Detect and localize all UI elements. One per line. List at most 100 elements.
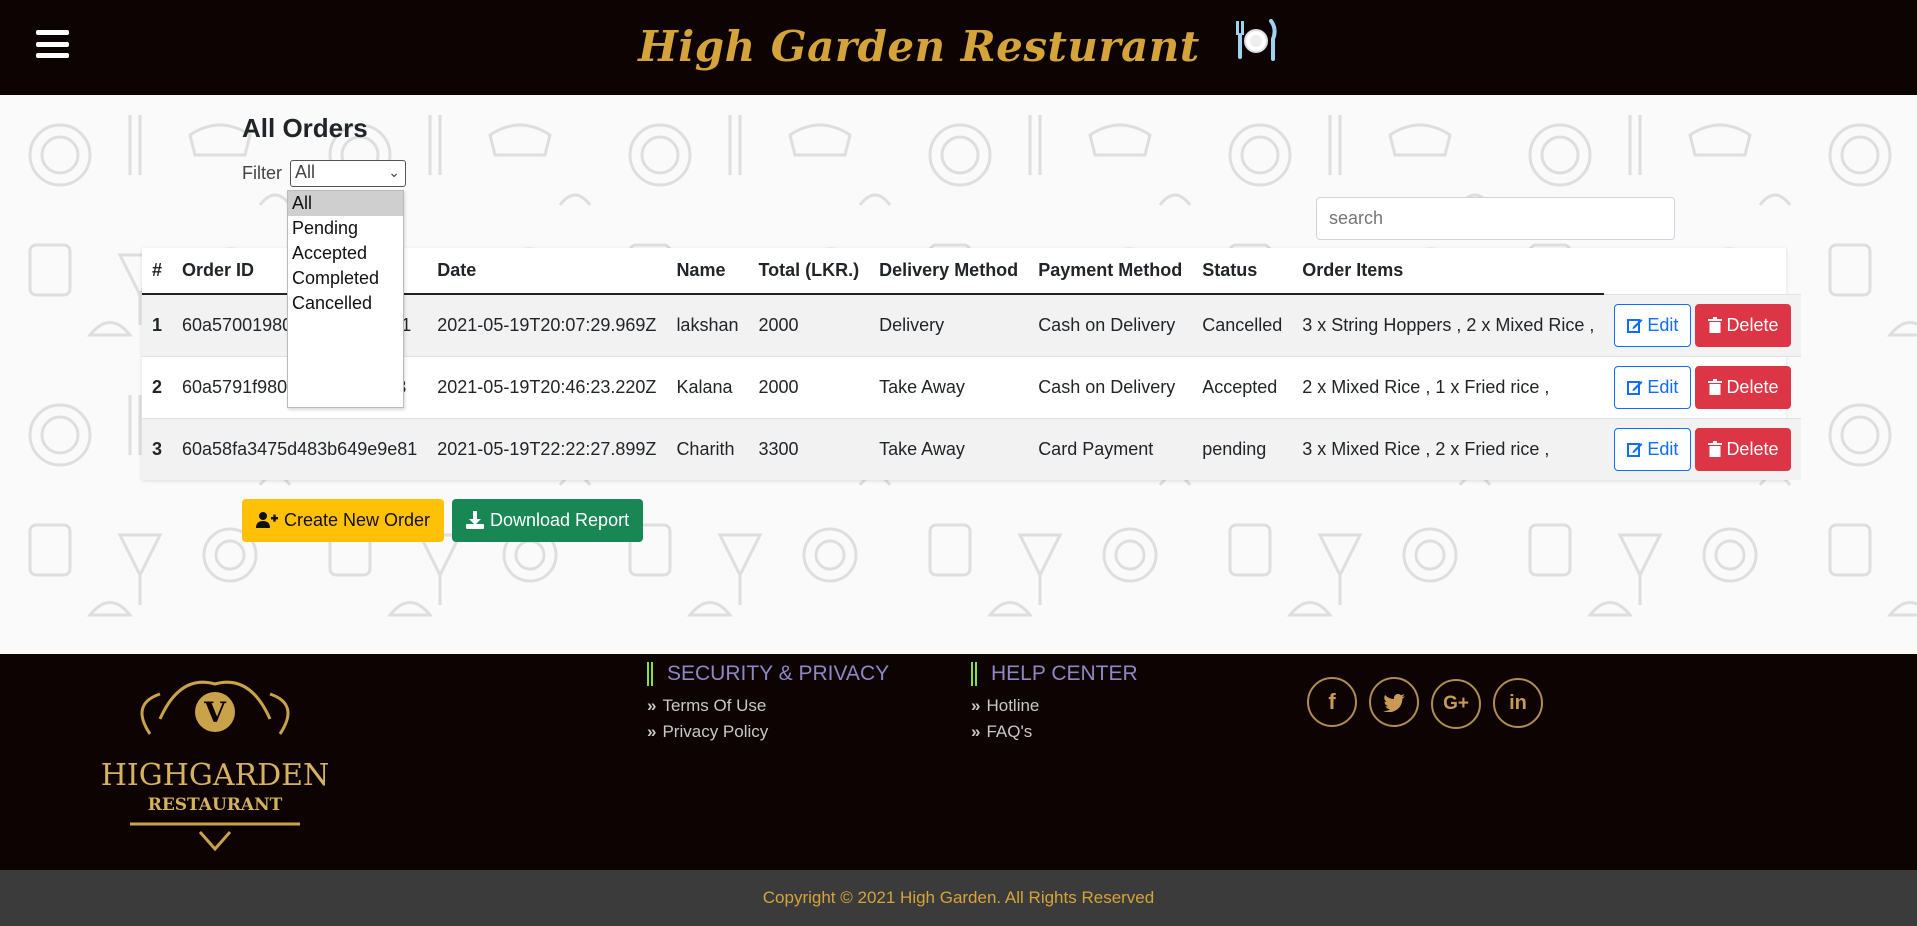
cell-order-items: 3 x String Hoppers , 2 x Mixed Rice , xyxy=(1292,293,1605,356)
filter-selected-value: All xyxy=(295,162,316,182)
cell-total: 2000 xyxy=(748,293,870,356)
trash-icon xyxy=(1708,378,1723,395)
privacy-policy-label: Privacy Policy xyxy=(662,722,769,741)
linkedin-icon[interactable]: in xyxy=(1493,678,1543,728)
edit-label: Edit xyxy=(1647,438,1679,459)
filter-row: Filter All ⌄ xyxy=(242,160,407,187)
cell-name: Charith xyxy=(666,417,749,480)
edit-icon xyxy=(1627,380,1643,395)
trash-icon xyxy=(1708,316,1723,333)
double-chevron-right-icon: » xyxy=(971,722,981,741)
create-new-order-button[interactable]: Create New Order xyxy=(242,499,445,542)
filter-option-completed[interactable]: Completed xyxy=(288,266,403,291)
filter-option-accepted[interactable]: Accepted xyxy=(288,241,403,266)
top-navbar: High Garden Resturant xyxy=(0,0,1917,95)
cell-num: 3 xyxy=(142,417,173,480)
cell-total: 3300 xyxy=(748,417,870,480)
delete-button[interactable]: Delete xyxy=(1695,365,1792,409)
twitter-icon[interactable] xyxy=(1369,677,1419,727)
delete-label: Delete xyxy=(1726,438,1779,459)
footer: V HIGHGARDEN RESTAURANT SECURITY & PRIVA… xyxy=(0,654,1917,870)
cell-actions: Edit Delete xyxy=(1604,417,1802,480)
double-chevron-right-icon: » xyxy=(971,696,981,715)
search-input[interactable] xyxy=(1316,197,1675,240)
terms-of-use-link[interactable]: » Terms Of Use xyxy=(647,696,889,716)
security-privacy-heading: SECURITY & PRIVACY xyxy=(647,662,889,686)
column-header-date: Date xyxy=(427,248,667,295)
cell-date: 2021-05-19T20:46:23.220Z xyxy=(427,355,667,418)
cell-delivery: Take Away xyxy=(869,417,1029,480)
column-header-total: Total (LKR.) xyxy=(748,248,870,295)
table-row: 3 60a58fa3475d483b649e9e81 2021-05-19T22… xyxy=(142,417,1802,480)
highgarden-logo: V HIGHGARDEN RESTAURANT xyxy=(90,664,340,859)
filter-option-cancelled[interactable]: Cancelled xyxy=(288,291,403,316)
delete-button[interactable]: Delete xyxy=(1695,303,1792,347)
cell-order-items: 3 x Mixed Rice , 2 x Fried rice , xyxy=(1292,417,1605,480)
edit-button[interactable]: Edit xyxy=(1614,365,1692,409)
hotline-label: Hotline xyxy=(986,696,1040,715)
download-report-button[interactable]: Download Report xyxy=(452,499,644,542)
edit-label: Edit xyxy=(1647,314,1679,335)
column-header-num: # xyxy=(142,248,173,295)
create-new-order-label: Create New Order xyxy=(284,510,431,530)
chevron-down-icon: ⌄ xyxy=(388,164,401,180)
trash-icon xyxy=(1708,440,1723,457)
page-title: All Orders xyxy=(242,113,368,143)
terms-of-use-label: Terms Of Use xyxy=(662,696,767,715)
cell-date: 2021-05-19T20:07:29.969Z xyxy=(427,293,667,356)
privacy-policy-link[interactable]: » Privacy Policy xyxy=(647,722,889,742)
column-header-name: Name xyxy=(666,248,749,295)
cell-delivery: Take Away xyxy=(869,355,1029,418)
cell-order-id: 60a58fa3475d483b649e9e81 xyxy=(172,417,428,480)
brand-title: High Garden Resturant xyxy=(638,22,1200,71)
cell-actions: Edit Delete xyxy=(1604,355,1802,418)
security-privacy-section: SECURITY & PRIVACY » Terms Of Use » Privac… xyxy=(647,662,889,742)
add-user-icon xyxy=(256,512,278,528)
cell-payment: Cash on Delivery xyxy=(1028,355,1193,418)
column-header-delivery: Delivery Method xyxy=(869,248,1029,295)
delete-button[interactable]: Delete xyxy=(1695,427,1792,471)
delete-label: Delete xyxy=(1726,314,1779,335)
download-icon xyxy=(466,511,484,529)
download-report-label: Download Report xyxy=(490,510,630,530)
help-center-heading: HELP CENTER xyxy=(971,662,1138,686)
filter-option-pending[interactable]: Pending xyxy=(288,216,403,241)
edit-icon xyxy=(1627,442,1643,457)
filter-select[interactable]: All ⌄ xyxy=(290,160,407,187)
logo-name: HIGHGARDEN xyxy=(101,758,330,793)
filter-label: Filter xyxy=(242,163,282,183)
cell-status: Accepted xyxy=(1192,355,1293,418)
column-header-actions xyxy=(1604,248,1801,294)
cell-num: 2 xyxy=(142,355,173,418)
filter-option-all[interactable]: All xyxy=(288,191,403,216)
plate-cutlery-icon xyxy=(1233,17,1279,73)
logo-letter: V xyxy=(203,696,227,729)
cell-order-items: 2 x Mixed Rice , 1 x Fried rice , xyxy=(1292,355,1605,418)
cell-delivery: Delivery xyxy=(869,293,1029,356)
edit-label: Edit xyxy=(1647,376,1679,397)
logo-sub: RESTAURANT xyxy=(148,795,283,815)
copyright-bar: Copyright © 2021 High Garden. All Rights… xyxy=(0,870,1917,926)
edit-button[interactable]: Edit xyxy=(1614,303,1692,347)
cell-name: lakshan xyxy=(666,293,749,356)
double-chevron-right-icon: » xyxy=(647,722,657,741)
column-header-order-items: Order Items xyxy=(1292,248,1605,295)
cell-num: 1 xyxy=(142,293,173,356)
hotline-link[interactable]: » Hotline xyxy=(971,696,1138,716)
edit-button[interactable]: Edit xyxy=(1614,427,1692,471)
facebook-icon[interactable]: f xyxy=(1307,677,1357,727)
cell-date: 2021-05-19T22:22:27.899Z xyxy=(427,417,667,480)
edit-icon xyxy=(1627,318,1643,333)
cell-name: Kalana xyxy=(666,355,749,418)
main-content: All Orders Filter All ⌄ All Pending Acce… xyxy=(0,95,1917,654)
brand: High Garden Resturant xyxy=(0,19,1917,73)
column-header-payment: Payment Method xyxy=(1028,248,1193,295)
google-plus-icon[interactable]: G+ xyxy=(1431,679,1481,729)
double-chevron-right-icon: » xyxy=(647,696,657,715)
cell-payment: Card Payment xyxy=(1028,417,1193,480)
help-center-section: HELP CENTER » Hotline » FAQ's xyxy=(971,662,1138,742)
delete-label: Delete xyxy=(1726,376,1779,397)
faq-link[interactable]: » FAQ's xyxy=(971,722,1138,742)
social-links: f G+ in xyxy=(1307,677,1555,729)
cell-actions: Edit Delete xyxy=(1604,293,1802,356)
